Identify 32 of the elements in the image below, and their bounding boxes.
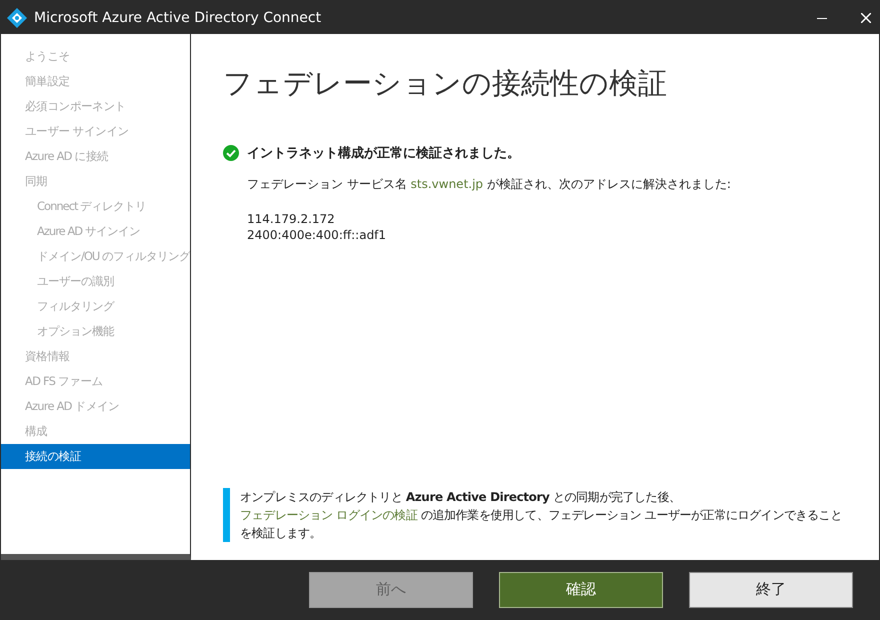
nav-item[interactable]: ようこそ — [1, 44, 190, 69]
info-bar — [223, 488, 230, 542]
nav-item[interactable]: 簡単設定 — [1, 69, 190, 94]
service-name-link[interactable]: sts.vwnet.jp — [410, 177, 484, 191]
page-title: フェデレーションの接続性の検証 — [223, 65, 668, 102]
nav-item[interactable]: ドメイン/OU のフィルタリング — [1, 244, 190, 269]
nav-item[interactable]: 必須コンポーネント — [1, 94, 190, 119]
wizard-button[interactable]: 確認 — [499, 572, 663, 608]
nav-item[interactable]: 構成 — [1, 419, 190, 444]
nav-item[interactable]: ユーザーの識別 — [1, 269, 190, 294]
detail-text: フェデレーション サービス名 sts.vwnet.jp が検証され、次のアドレスに解決されました: — [247, 176, 732, 193]
nav-item[interactable]: Azure AD ドメイン — [1, 394, 190, 419]
nav-item[interactable]: オプション機能 — [1, 319, 190, 344]
note-text: オンプレミスのディレクトリと Azure Active Directory との同期が完了した後、 フェデレーション ログインの検証 の追加作業を使用して、フェデレーション ユーザーが正常にログインできることを検証します。 — [240, 489, 843, 542]
window-title: Microsoft Azure Active Directory Connect — [34, 10, 322, 26]
diamond-logo-icon — [6, 6, 28, 28]
nav-item[interactable]: AD FS ファーム — [1, 369, 190, 394]
verify-login-link[interactable]: フェデレーション ログインの検証 — [240, 508, 418, 522]
status-message: イントラネット構成が正常に検証されました。 — [247, 145, 520, 162]
nav-item[interactable]: フィルタリング — [1, 294, 190, 319]
close-icon[interactable] — [861, 12, 871, 22]
wizard-button[interactable]: 終了 — [689, 572, 853, 608]
nav-item[interactable]: Azure AD に接続 — [1, 144, 190, 169]
nav-item[interactable]: 資格情報 — [1, 344, 190, 369]
nav-item[interactable]: ユーザー サインイン — [1, 119, 190, 144]
check-icon — [223, 145, 239, 161]
ip-address: 2400:400e:400:ff::adf1 — [247, 227, 388, 243]
nav-item[interactable]: Connect ディレクトリ — [1, 194, 190, 219]
ip-address: 114.179.2.172 — [247, 211, 336, 227]
nav-item[interactable]: Azure AD サインイン — [1, 219, 190, 244]
nav-item[interactable]: 接続の検証 — [1, 444, 190, 469]
nav-item[interactable]: 同期 — [1, 169, 190, 194]
